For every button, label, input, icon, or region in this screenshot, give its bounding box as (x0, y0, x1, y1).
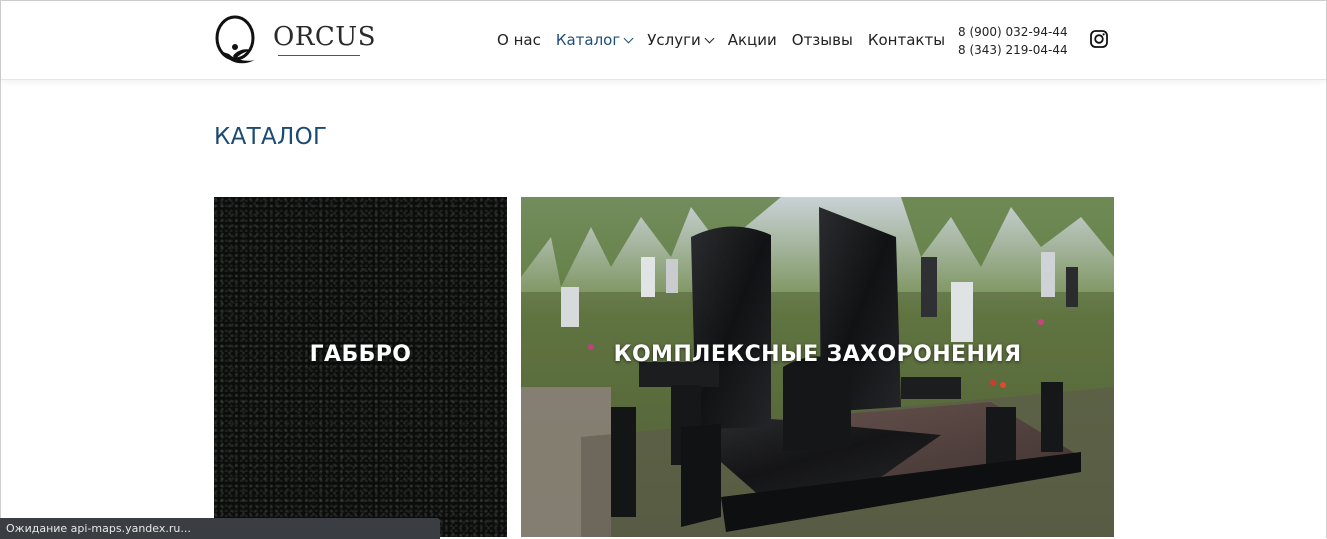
main-nav: О нас Каталог Услуги Акции Отзывы Контак… (497, 31, 960, 49)
nav-item-about[interactable]: О нас (497, 31, 541, 49)
catalog-card-label: ГАББРО (309, 342, 412, 367)
nav-item-label: О нас (497, 31, 541, 49)
catalog-card-complex-burials[interactable]: КОМПЛЕКСНЫЕ ЗАХОРОНЕНИЯ (521, 197, 1114, 537)
phone-link-2[interactable]: 8 (343) 219-04-44 (958, 41, 1068, 59)
nav-item-label: Каталог (555, 31, 621, 49)
nav-item-label: Контакты (867, 31, 946, 49)
cemetery-photo (521, 197, 1114, 537)
phone-link-1[interactable]: 8 (900) 032-94-44 (958, 23, 1068, 41)
nav-item-services[interactable]: Услуги (647, 31, 715, 49)
browser-status-bar: Ожидание api-maps.yandex.ru... (0, 518, 440, 539)
logo[interactable]: ORCUS (213, 15, 376, 67)
catalog-card-label: КОМПЛЕКСНЫЕ ЗАХОРОНЕНИЯ (613, 342, 1022, 367)
logo-wordmark: ORCUS (273, 22, 377, 52)
logo-emblem-icon (215, 15, 255, 64)
nav-item-catalog[interactable]: Каталог (555, 31, 634, 49)
chevron-down-icon (704, 33, 715, 43)
nav-item-label: Отзывы (791, 31, 853, 49)
instagram-icon[interactable] (1090, 30, 1108, 48)
page-title: КАТАЛОГ (214, 124, 328, 150)
phone-list: 8 (900) 032-94-44 8 (343) 219-04-44 (958, 23, 1068, 59)
nav-item-contacts[interactable]: Контакты (868, 31, 945, 49)
catalog-card-gabbro[interactable]: ГАББРО (214, 197, 507, 537)
nav-item-promotions[interactable]: Акции (728, 31, 777, 49)
nav-item-reviews[interactable]: Отзывы (792, 31, 853, 49)
logo-underline (278, 55, 360, 56)
site-header: ORCUS О нас Каталог Услуги Акции Отзывы … (1, 1, 1326, 80)
chevron-down-icon (623, 33, 634, 43)
nav-item-label: Услуги (647, 31, 701, 49)
nav-item-label: Акции (727, 31, 777, 49)
